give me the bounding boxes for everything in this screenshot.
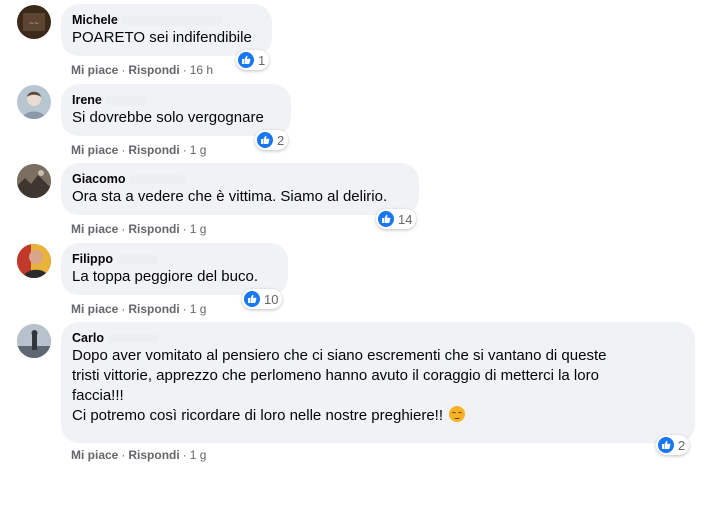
reply-link[interactable]: Rispondi: [128, 63, 179, 77]
reaction-count[interactable]: 14: [376, 209, 417, 229]
avatar[interactable]: [17, 85, 51, 119]
comment-bubble: Filippo La toppa peggiore del buco.: [61, 243, 288, 295]
author-name[interactable]: Irene: [72, 92, 279, 108]
comment-text: La toppa peggiore del buco.: [72, 268, 258, 285]
reaction-count[interactable]: 1: [236, 50, 270, 70]
author-name[interactable]: Filippo: [72, 251, 276, 267]
svg-text:~~: ~~: [29, 20, 39, 27]
comment-actions: Mi piace · Rispondi · 1 g: [71, 448, 207, 462]
comment-actions: Mi piace · Rispondi · 1 g: [71, 302, 207, 316]
reply-link[interactable]: Rispondi: [128, 302, 179, 316]
timestamp[interactable]: 1 g: [190, 143, 207, 157]
comment-text: POARETO sei indifendibile: [72, 29, 252, 46]
avatar[interactable]: [17, 164, 51, 198]
reaction-count[interactable]: 2: [255, 130, 289, 150]
comment-text: Dopo aver vomitato al pensiero che ci si…: [72, 347, 607, 424]
like-thumb-icon: [378, 211, 394, 227]
timestamp[interactable]: 16 h: [190, 63, 213, 77]
author-name[interactable]: Giacomo: [72, 171, 407, 187]
comment-actions: Mi piace · Rispondi · 1 g: [71, 222, 207, 236]
like-thumb-icon: [257, 132, 273, 148]
reply-link[interactable]: Rispondi: [128, 448, 179, 462]
pensive-face-emoji-icon: [449, 406, 466, 422]
author-name[interactable]: Carlo: [72, 330, 683, 346]
comment-text: Si dovrebbe solo vergognare: [72, 109, 264, 126]
comment-actions: Mi piace · Rispondi · 16 h: [71, 63, 214, 77]
like-thumb-icon: [244, 291, 260, 307]
comment-bubble: Carlo Dopo aver vomitato al pensiero che…: [61, 322, 695, 443]
comment-bubble: Michele POARETO sei indifendibile: [61, 4, 272, 56]
avatar[interactable]: [17, 244, 51, 278]
reaction-count[interactable]: 2: [656, 435, 690, 455]
comment-actions: Mi piace · Rispondi · 1 g: [71, 143, 207, 157]
reply-link[interactable]: Rispondi: [128, 222, 179, 236]
author-name[interactable]: Michele: [72, 12, 260, 28]
avatar[interactable]: ~~: [17, 5, 51, 39]
timestamp[interactable]: 1 g: [190, 222, 207, 236]
like-link[interactable]: Mi piace: [71, 63, 118, 77]
like-thumb-icon: [658, 437, 674, 453]
reaction-count[interactable]: 10: [242, 289, 283, 309]
like-link[interactable]: Mi piace: [71, 448, 118, 462]
like-link[interactable]: Mi piace: [71, 222, 118, 236]
like-thumb-icon: [238, 52, 254, 68]
like-link[interactable]: Mi piace: [71, 143, 118, 157]
like-link[interactable]: Mi piace: [71, 302, 118, 316]
reply-link[interactable]: Rispondi: [128, 143, 179, 157]
avatar[interactable]: [17, 324, 51, 358]
comment-text: Ora sta a vedere che è vittima. Siamo al…: [72, 188, 388, 205]
timestamp[interactable]: 1 g: [190, 448, 207, 462]
timestamp[interactable]: 1 g: [190, 302, 207, 316]
comment-bubble: Giacomo Ora sta a vedere che è vittima. …: [61, 163, 419, 215]
comment-bubble: Irene Si dovrebbe solo vergognare: [61, 84, 291, 136]
